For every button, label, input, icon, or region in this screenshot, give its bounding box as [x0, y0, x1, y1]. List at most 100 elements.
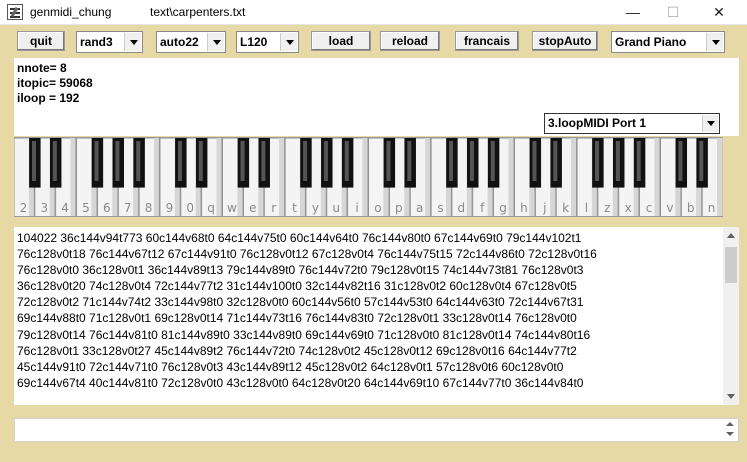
key-label: c [646, 201, 653, 215]
black-key-highlight [386, 141, 391, 181]
midi-port-value: 3.loopMIDI Port 1 [548, 116, 647, 130]
key-label: d [458, 201, 466, 215]
text-line: 76c128v0t1 33c128v0t27 45c144v89t2 76c14… [17, 343, 577, 358]
scroll-up-icon[interactable] [723, 227, 739, 244]
black-key-highlight [699, 141, 704, 181]
text-line: 76c128v0t18 76c144v67t12 67c144v91t0 76c… [17, 247, 597, 262]
text-line: 79c128v0t14 76c144v81t0 81c144v89t0 33c1… [17, 327, 591, 342]
piano-keys-svg[interactable]: 234567890qwertyuiopasdfghjklzxcvbn [14, 138, 723, 217]
app-icon [7, 4, 23, 20]
black-key-highlight [240, 141, 245, 181]
key-label: k [562, 201, 569, 215]
file-title: text\carpenters.txt [150, 5, 246, 19]
mode-select-value: rand3 [80, 35, 113, 49]
key-label: 3 [40, 201, 48, 215]
load-button[interactable]: load [311, 31, 371, 51]
piano-keyboard[interactable]: 234567890qwertyuiopasdfghjklzxcvbn [14, 137, 723, 217]
black-key-highlight [449, 141, 454, 181]
key-label: e [249, 201, 256, 215]
length-select-value: L120 [240, 35, 268, 49]
instrument-select-value: Grand Piano [615, 35, 687, 49]
text-line: 45c144v91t0 72c144v71t0 76c128v0t3 43c14… [17, 359, 564, 374]
scroll-down-icon[interactable] [723, 388, 739, 405]
key-label: g [499, 201, 507, 215]
black-key-highlight [678, 141, 683, 181]
chevron-down-icon [124, 33, 141, 51]
client-area: quit rand3 auto22 L120 load reload franc… [0, 25, 747, 462]
black-key-highlight [31, 141, 36, 181]
key-label: 4 [61, 201, 69, 215]
close-button[interactable]: ✕ [696, 0, 742, 25]
key-label: u [332, 201, 340, 215]
black-key-highlight [177, 141, 182, 181]
key-label: r [271, 201, 276, 215]
key-label: i [355, 201, 358, 215]
key-label: y [312, 201, 319, 215]
stopauto-button[interactable]: stopAuto [532, 31, 598, 51]
black-key-highlight [303, 141, 308, 181]
key-label: b [687, 201, 695, 215]
key-label: l [585, 201, 588, 215]
text-line: 76c128v0t0 36c128v0t1 36c144v89t13 79c14… [17, 263, 584, 278]
key-label: 5 [82, 201, 90, 215]
key-label: 0 [186, 201, 194, 215]
text-scrollbar[interactable] [723, 227, 739, 405]
midi-text-area[interactable]: 104022 36c144v94t773 60c144v68t0 64c144v… [14, 227, 723, 405]
info-scroll-gutter [723, 58, 739, 136]
nnote-readout: nnote= 8 [17, 61, 67, 75]
auto-select[interactable]: auto22 [156, 31, 226, 53]
white-key-shade [717, 138, 722, 216]
black-key-highlight [136, 141, 141, 181]
key-label: w [227, 201, 237, 215]
key-label: s [437, 201, 443, 215]
instrument-select[interactable]: Grand Piano [611, 31, 725, 53]
white-key-shade [654, 138, 660, 216]
black-key-highlight [595, 141, 600, 181]
scroll-thumb[interactable] [725, 247, 737, 283]
black-key-highlight [532, 141, 537, 181]
black-key-highlight [553, 141, 558, 181]
key-label: v [666, 201, 673, 215]
key-label: o [374, 201, 381, 215]
white-key-shade [571, 138, 577, 216]
francais-button[interactable]: francais [455, 31, 519, 51]
itopic-readout: itopic= 59068 [17, 76, 93, 90]
bottom-spin-field[interactable] [14, 418, 739, 442]
black-key-highlight [344, 141, 349, 181]
reload-button[interactable]: reload [380, 31, 440, 51]
key-label: h [520, 201, 528, 215]
black-key-highlight [469, 141, 474, 181]
length-select[interactable]: L120 [236, 31, 299, 53]
midi-port-select[interactable]: 3.loopMIDI Port 1 [544, 113, 720, 134]
white-key-shade [279, 138, 285, 216]
white-key-shade [425, 138, 431, 216]
black-key-highlight [323, 141, 328, 181]
window-title: genmidi_chung [30, 5, 112, 19]
key-label: q [207, 201, 215, 215]
black-key-highlight [52, 141, 57, 181]
spin-up-icon[interactable] [724, 421, 736, 429]
iloop-readout: iloop = 192 [17, 91, 80, 105]
spin-down-icon[interactable] [724, 431, 736, 439]
black-key-highlight [115, 141, 120, 181]
text-line: 69c144v88t0 71c128v0t1 69c128v0t14 71c14… [17, 311, 577, 326]
black-key-highlight [407, 141, 412, 181]
key-label: x [625, 201, 632, 215]
key-label: 6 [103, 201, 111, 215]
mode-select[interactable]: rand3 [76, 31, 143, 53]
text-line: 72c128v0t2 71c144v74t2 33c144v98t0 32c12… [17, 295, 584, 310]
quit-button[interactable]: quit [17, 31, 65, 51]
key-label: 2 [20, 201, 28, 215]
key-label: j [542, 201, 546, 215]
white-key-shade [70, 138, 76, 216]
maximize-button[interactable]: ☐ [650, 0, 696, 25]
black-key-highlight [261, 141, 266, 181]
white-key-shade [362, 138, 368, 216]
key-label: a [416, 201, 423, 215]
text-line: 69c144v67t4 40c144v81t0 72c128v0t0 43c12… [17, 375, 584, 390]
chevron-down-icon [706, 33, 723, 51]
chevron-down-icon [702, 115, 718, 132]
key-label: 8 [145, 201, 153, 215]
black-key-highlight [94, 141, 99, 181]
chevron-down-icon [280, 33, 297, 51]
